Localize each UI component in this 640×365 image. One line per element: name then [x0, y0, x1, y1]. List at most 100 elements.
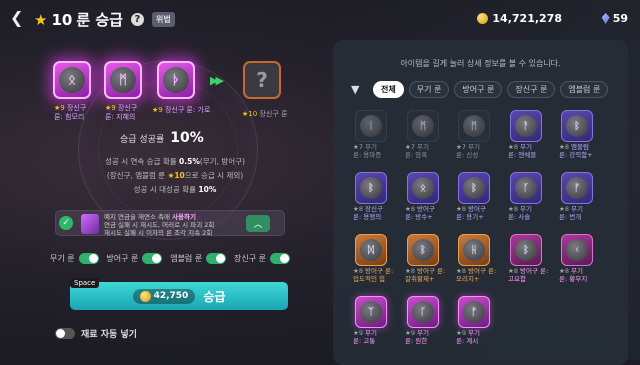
rune-item-name: 룬: 방수+ [405, 213, 433, 221]
toggle-accessory-rune[interactable]: 장신구 룬 [234, 253, 290, 264]
rune-item-label: ★8 방어구 룬: 모리지+ [456, 267, 516, 283]
rune-item[interactable]: ᛒ [407, 234, 439, 266]
title-level: 10 [51, 10, 73, 29]
rune-item-name: 룬: 황무지 [559, 275, 588, 283]
rune-item-label: ★8 무기 룬: 황무지 [559, 267, 619, 283]
tab-accessory[interactable]: 장신구 룬 [507, 81, 556, 98]
rune-item[interactable]: ᛉ [355, 296, 387, 328]
rune-item-type: 방어구 룬: [365, 267, 394, 275]
source-rune-2[interactable]: ᛗ [104, 61, 142, 99]
source-rune-1[interactable]: ᛟ [53, 61, 91, 99]
rune-item-star: ★9 [353, 329, 363, 337]
rune-item[interactable]: ᚴ [510, 172, 542, 204]
upgrade-button[interactable]: 42,750 승급 [70, 282, 288, 310]
info-line-3-text: 성공 시 대성공 확률 [133, 185, 199, 194]
help-icon[interactable]: ? [130, 13, 144, 26]
rune-item-type: 무기 [571, 267, 584, 275]
back-button[interactable]: ❮ [10, 8, 23, 27]
rune-stone-icon: ᛞ [360, 239, 382, 261]
rune-stone-icon: ᛗ [463, 115, 485, 137]
auto-fill-toggle[interactable]: 재료 자동 넣기 [55, 327, 137, 340]
rune-item[interactable]: ᛁ [355, 110, 387, 142]
info-line-2-star: ★10 [167, 171, 185, 180]
info-line-1-text: 성공 시 연속 승급 확률 [105, 157, 180, 166]
switch-icon[interactable] [78, 253, 99, 264]
rune-item-name: 업도적인 힘 [353, 275, 385, 283]
switch-icon[interactable] [269, 253, 290, 264]
tab-weapon[interactable]: 무기 룬 [408, 81, 450, 98]
upgrade-cost-value: 42,750 [153, 291, 189, 301]
rune-item-star: ★9 [405, 329, 415, 337]
rune-item-name: 룬: 암록 [405, 151, 428, 159]
rune-item-name: 룬: 신성 [456, 151, 479, 159]
rune-item-star: ★8 [456, 267, 466, 275]
rune-item[interactable]: ᛗ [458, 110, 490, 142]
rune-item-star: ★8 [508, 267, 518, 275]
rune-item-type: 장신구 [365, 205, 383, 213]
rune-item-star: ★8 [456, 205, 466, 213]
rune-stone-icon: ᛒ [360, 177, 382, 199]
rune-item[interactable]: ᚨ [510, 110, 542, 142]
catalyst-option[interactable]: ✓ 예지 연금술 재연소 촉매 사용하기 연금 실패 시 재시도, 머러로 시 … [55, 210, 285, 237]
unknown-rune-icon: ? [256, 68, 268, 92]
check-icon[interactable]: ✓ [59, 216, 73, 230]
switch-icon[interactable] [55, 328, 75, 339]
rune-item[interactable]: ᚠ [458, 296, 490, 328]
rune-stone-icon: ᚠ [566, 177, 588, 199]
catalyst-line-2: 연금 실패 시 재시도, 머러로 시 파괴 2회 [104, 221, 215, 229]
source-rune-3[interactable]: ᚦ [157, 61, 195, 99]
tab-emblem[interactable]: 엠블럼 룬 [560, 81, 609, 98]
rune-item-star: ★8 [405, 267, 415, 275]
rune-item-star: ★8 [508, 143, 518, 151]
gold-amount: 14,721,278 [492, 12, 562, 25]
rune-item[interactable]: ᚴ [407, 296, 439, 328]
rune-stone-icon: ᚺ [463, 239, 485, 261]
info-line-3-value: 10% [198, 185, 217, 194]
rune-item-name: 룬: 엔쉐블 [508, 151, 537, 159]
rune-item-name: 룬: 고통 [353, 337, 376, 345]
rune-item[interactable]: ᚺ [458, 234, 490, 266]
source-rune-1-name: 장신구 [66, 104, 87, 112]
toggle-emblem-rune[interactable]: 엠블럼 룬 [170, 253, 227, 264]
source-rune-1-label: ★9 장신구 룬: 힘모리 [54, 104, 86, 122]
info-line-1-note: (무기, 방어구) [199, 157, 245, 166]
upgrade-arrow-icon: ▶▶ [210, 74, 224, 87]
rune-item[interactable]: ᛒ [561, 110, 593, 142]
rune-item-star: ★8 [353, 267, 363, 275]
gem-icon [601, 13, 610, 24]
rune-type-toggles: 무기 룬 방어구 룬 엠블럼 룬 장신구 룬 [50, 253, 290, 264]
gem-amount: 59 [612, 12, 628, 25]
rune-item[interactable]: ᛟ [407, 172, 439, 204]
gold-coin-icon [139, 290, 151, 302]
toggle-armor-rune[interactable]: 방어구 룬 [106, 253, 163, 264]
rune-stone-icon: ᛒ [566, 115, 588, 137]
rune-item[interactable]: ᚲ [561, 234, 593, 266]
switch-icon[interactable] [206, 253, 227, 264]
rune-stone-icon: ᛗ [412, 115, 434, 137]
rune-item-label: ★9 무기 룬: 고통 [353, 329, 413, 345]
rune-item-name: 룬: 강력함+ [559, 151, 593, 159]
rune-item-type: 방어구 [417, 205, 435, 213]
source-rune-3-name: 장신구 룬: 가로 [164, 106, 211, 114]
rune-stone-icon: ᛗ [110, 67, 136, 93]
rune-item[interactable]: ᛗ [407, 110, 439, 142]
rune-item-star: ★7 [353, 143, 363, 151]
switch-icon[interactable] [142, 253, 163, 264]
rune-item[interactable]: ᛒ [355, 172, 387, 204]
source-rune-3-star: ★9 [152, 106, 163, 114]
rune-item[interactable]: ᛒ [458, 172, 490, 204]
tab-armor[interactable]: 방어구 룬 [454, 81, 503, 98]
rune-item[interactable]: ᛒ [510, 234, 542, 266]
filter-icon[interactable]: ▼ [351, 83, 359, 96]
rune-item-star: ★8 [353, 205, 363, 213]
source-rune-2-label: ★9 장신구 룬: 지혜의 [105, 104, 137, 122]
catalyst-title-text: 예지 연금술 재연소 촉매 [104, 213, 173, 221]
title-text: 룬 승급 [76, 11, 123, 29]
toggle-weapon-rune[interactable]: 무기 룬 [50, 253, 99, 264]
tab-all[interactable]: 전체 [373, 81, 404, 98]
rune-stone-icon: ᛉ [360, 301, 382, 323]
rune-item[interactable]: ᚠ [561, 172, 593, 204]
page-title: ★ 10 룬 승급 ? 위법 [34, 9, 175, 30]
chevron-up-icon[interactable]: ︿ [246, 215, 270, 232]
rune-item[interactable]: ᛞ [355, 234, 387, 266]
